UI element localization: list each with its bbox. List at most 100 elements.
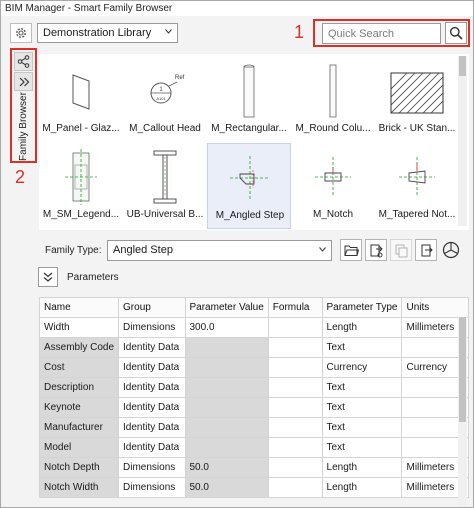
param-group: Identity Data: [118, 397, 186, 418]
param-formula[interactable]: [267, 357, 323, 378]
search-button[interactable]: [445, 22, 467, 44]
family-tile[interactable]: M_Panel - Glaz...: [39, 57, 123, 143]
family-tile-label: M_SM_Legend...: [42, 209, 120, 220]
param-type: Text: [321, 397, 403, 418]
table-header-row: Name Group Parameter Value Formula Param…: [38, 297, 469, 318]
column-header-type[interactable]: Parameter Type: [321, 297, 403, 318]
family-tile[interactable]: M_Tapered Not...: [375, 143, 459, 229]
param-type: Currency: [321, 357, 403, 378]
quick-search-input[interactable]: [322, 23, 441, 44]
family-type-dropdown[interactable]: Angled Step: [107, 240, 332, 261]
collapse-parameters-button[interactable]: [38, 267, 58, 287]
column-header-formula[interactable]: Formula: [267, 297, 323, 318]
family-tile-label: M_Tapered Not...: [378, 209, 456, 220]
param-name: Keynote: [38, 397, 120, 418]
table-row[interactable]: Assembly Code Identity Data Text: [38, 337, 469, 358]
column-header-name[interactable]: Name: [38, 297, 120, 318]
family-grid-scrollbar[interactable]: [458, 56, 467, 226]
column-header-group[interactable]: Group: [118, 297, 186, 318]
table-row[interactable]: Keynote Identity Data Text: [38, 397, 469, 418]
tapered-notch-thumbnail: [399, 157, 435, 197]
param-value: [184, 417, 269, 438]
param-name: Assembly Code: [38, 337, 120, 358]
family-tile[interactable]: M_Round Colu...: [291, 57, 375, 143]
parameters-scrollbar[interactable]: [458, 317, 467, 507]
family-browser-tab[interactable]: Family Browser: [14, 91, 33, 161]
param-value[interactable]: 300.0: [184, 317, 269, 338]
table-row[interactable]: Notch Width Dimensions 50.0 Length Milli…: [38, 477, 469, 498]
share-button[interactable]: [14, 52, 33, 71]
param-group: Identity Data: [118, 377, 186, 398]
open-folder-button[interactable]: [340, 239, 362, 261]
param-value: [184, 377, 269, 398]
param-formula[interactable]: [267, 317, 323, 338]
column-header-units[interactable]: Units: [401, 297, 469, 318]
table-row[interactable]: Notch Depth Dimensions 50.0 Length Milli…: [38, 457, 469, 478]
double-chevron-down-icon: [43, 272, 53, 282]
family-tile-label: M_Round Colu...: [295, 123, 371, 134]
family-tile[interactable]: M_Notch: [291, 143, 375, 229]
legend-thumbnail: [65, 149, 97, 205]
family-grid-scroll-thumb[interactable]: [459, 56, 466, 76]
param-value[interactable]: 50.0: [184, 457, 269, 478]
family-tile-selected[interactable]: M_Angled Step: [207, 143, 291, 229]
param-type: Text: [321, 337, 403, 358]
revit-view-button[interactable]: [440, 239, 462, 261]
chevron-down-icon: [319, 247, 326, 252]
param-formula[interactable]: [267, 337, 323, 358]
param-group: Dimensions: [118, 477, 186, 498]
family-type-value: Angled Step: [113, 244, 173, 256]
family-browser-tab-label: Family Browser: [18, 91, 29, 161]
column-header-value[interactable]: Parameter Value: [184, 297, 269, 318]
family-tile-label: M_Callout Head: [129, 123, 201, 134]
table-row[interactable]: Width Dimensions 300.0 Length Millimeter…: [38, 317, 469, 338]
library-dropdown[interactable]: Demonstration Library: [37, 23, 178, 43]
double-chevron-right-icon: [19, 77, 29, 86]
param-group: Dimensions: [118, 457, 186, 478]
table-row[interactable]: Cost Identity Data Currency Currency: [38, 357, 469, 378]
annotation-number-2: 2: [15, 167, 26, 187]
window-title: BIM Manager - Smart Family Browser: [1, 1, 473, 16]
param-name: Notch Width: [38, 477, 120, 498]
family-tile[interactable]: M_Rectangular...: [207, 57, 291, 143]
param-formula[interactable]: [267, 397, 323, 418]
param-type: Text: [321, 437, 403, 458]
param-name: Description: [38, 377, 120, 398]
load-family-button[interactable]: [365, 239, 387, 261]
insert-family-button[interactable]: [415, 239, 437, 261]
parameters-scroll-thumb[interactable]: [459, 317, 466, 422]
duplicate-family-button[interactable]: [390, 239, 412, 261]
param-value[interactable]: 50.0: [184, 477, 269, 498]
parameters-table: Name Group Parameter Value Formula Param…: [38, 297, 469, 498]
param-type: Length: [321, 457, 403, 478]
param-value: [184, 397, 269, 418]
param-name: Manufacturer: [38, 417, 120, 438]
brick-pattern-thumbnail: [390, 72, 444, 114]
gear-icon: [16, 28, 26, 38]
notch-thumbnail: [315, 157, 351, 197]
family-tile-label: M_Angled Step: [215, 210, 285, 221]
family-tile-label: UB-Universal B...: [126, 209, 204, 220]
param-formula[interactable]: [267, 417, 323, 438]
family-tile-label: Brick - UK Stan...: [378, 123, 456, 134]
expand-sidebar-button[interactable]: [14, 72, 33, 91]
settings-button[interactable]: [10, 23, 32, 43]
table-row[interactable]: Description Identity Data Text: [38, 377, 469, 398]
family-tile[interactable]: M_SM_Legend...: [39, 143, 123, 229]
param-type: Text: [321, 377, 403, 398]
family-tile[interactable]: 1 A101 Ref M_Callout Head: [123, 57, 207, 143]
family-tile[interactable]: Brick - UK Stan...: [375, 57, 459, 143]
table-row[interactable]: Model Identity Data Text: [38, 437, 469, 458]
param-type: Length: [321, 477, 403, 498]
parameters-label: Parameters: [67, 272, 119, 283]
param-formula[interactable]: [267, 377, 323, 398]
param-formula[interactable]: [267, 457, 323, 478]
library-dropdown-value: Demonstration Library: [43, 27, 152, 39]
table-row[interactable]: Manufacturer Identity Data Text: [38, 417, 469, 438]
param-formula[interactable]: [267, 477, 323, 498]
app-window: BIM Manager - Smart Family Browser Demon…: [0, 0, 474, 508]
family-tile[interactable]: UB-Universal B...: [123, 143, 207, 229]
param-formula[interactable]: [267, 437, 323, 458]
callout-head-thumbnail: 1 A101 Ref: [150, 75, 185, 104]
share-icon: [17, 55, 30, 68]
